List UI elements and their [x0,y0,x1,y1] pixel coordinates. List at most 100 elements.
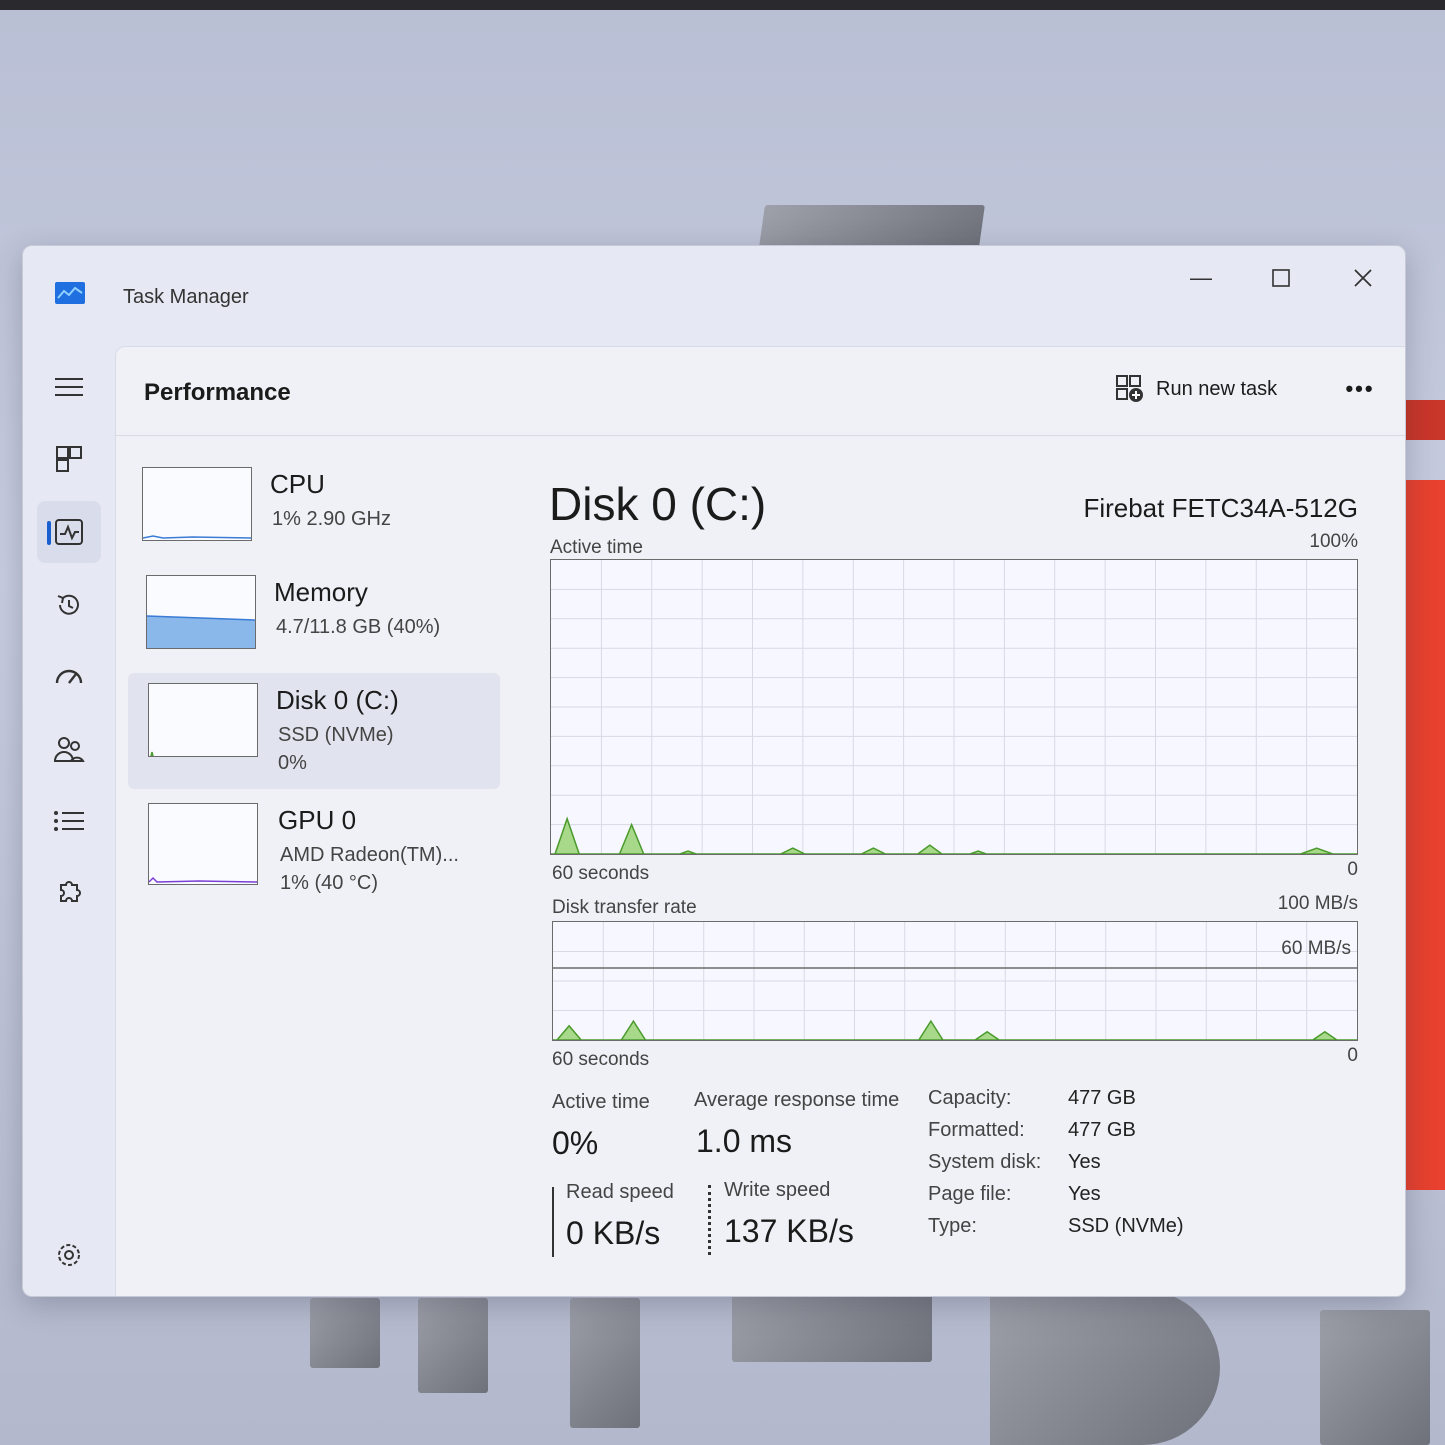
resource-name: Memory [274,577,368,607]
cpu-thumbnail-graph [142,467,252,541]
active-time-value: 0% [552,1125,599,1161]
background-metal-letter [759,205,985,247]
resource-detail: 1% 2.90 GHz [272,505,391,533]
prop-value: 477 GB [1068,1119,1136,1141]
screen-top-edge [0,0,1445,10]
resource-item-cpu[interactable]: CPU 1% 2.90 GHz [128,457,500,569]
prop-value: 477 GB [1068,1087,1136,1109]
users-icon [53,737,85,762]
close-button[interactable] [1343,260,1383,296]
resource-detail-line: SSD (NVMe) [278,724,394,746]
hamburger-menu-button[interactable] [37,356,101,418]
resource-detail-line: 1% (40 °C) [280,872,379,894]
prop-key: Type: [928,1215,977,1237]
prop-key: Capacity: [928,1087,1012,1109]
nav-processes[interactable] [37,428,101,490]
transfer-rate-graph-mid: 60 MB/s [1281,938,1351,959]
performance-icon [55,519,83,545]
resource-detail-line: 0% [278,752,307,774]
resource-item-gpu0[interactable]: GPU 0 AMD Radeon(TM)... 1% (40 °C) [128,793,500,905]
run-new-task-button[interactable]: Run new task [1116,371,1277,407]
run-new-task-label: Run new task [1156,377,1278,400]
active-time-graph-duration: 60 seconds [552,863,650,884]
gpu-thumbnail-graph [148,803,258,885]
active-time-graph-min: 0 [1347,859,1358,880]
services-puzzle-icon [60,881,81,902]
page-header: Performance Run new task ••• [116,347,1405,436]
nav-settings[interactable] [37,1224,101,1286]
read-speed-label: Read speed [566,1181,674,1203]
disk-detail-panel: Disk 0 (C:) Firebat FETC34A-512G Active … [544,457,1364,1277]
active-time-graph-label: Active time [550,537,643,558]
processes-icon [56,446,82,472]
background-red-object [1405,480,1445,1190]
nav-performance[interactable] [37,501,101,563]
performance-pane: Performance Run new task ••• CPU 1% 2.90… [115,346,1405,1296]
resource-detail-line: AMD Radeon(TM)... [280,844,459,866]
background-metal-letter [310,1298,380,1368]
resource-name: CPU [270,469,325,499]
resource-list: CPU 1% 2.90 GHz Memory 4.7/11.8 GB (40%)… [128,457,500,917]
prop-value: Yes [1068,1151,1101,1173]
nav-details[interactable] [37,790,101,852]
transfer-rate-graph-min: 0 [1347,1045,1358,1066]
active-time-label: Active time [552,1091,650,1113]
resource-detail: 4.7/11.8 GB (40%) [276,613,440,641]
resource-name: Disk 0 (C:) [276,685,399,715]
background-metal-letter [418,1298,488,1393]
resource-detail-line: 4.7/11.8 GB (40%) [276,616,441,638]
prop-key: System disk: [928,1151,1042,1173]
task-manager-window: Task Manager — Performance Run new task … [22,245,1406,1297]
prop-key: Formatted: [928,1119,1025,1141]
disk-thumbnail-graph [148,683,258,757]
write-speed-value: 137 KB/s [724,1213,854,1249]
minimize-icon: — [1190,265,1212,290]
prop-value: SSD (NVMe) [1068,1215,1184,1237]
window-title: Task Manager [123,286,249,308]
minimize-button[interactable]: — [1181,260,1221,296]
close-icon [1354,269,1372,287]
resource-detail: SSD (NVMe) 0% [278,721,394,777]
prop-value: Yes [1068,1183,1101,1205]
title-bar[interactable]: Task Manager — [23,246,1405,346]
avg-response-label: Average response time [694,1089,900,1111]
page-title: Performance [144,379,291,406]
nav-services[interactable] [37,862,101,924]
nav-app-history[interactable] [37,574,101,636]
resource-item-memory[interactable]: Memory 4.7/11.8 GB (40%) [128,565,500,677]
nav-users[interactable] [37,718,101,780]
transfer-rate-graph-duration: 60 seconds [552,1049,650,1070]
nav-startup-apps[interactable] [37,646,101,708]
avg-response-value: 1.0 ms [696,1123,793,1159]
task-manager-app-icon [55,282,85,304]
transfer-rate-graph-label: Disk transfer rate [552,897,697,918]
write-speed-label: Write speed [724,1179,831,1201]
background-red-object [1405,400,1445,440]
transfer-rate-graph: 60 MB/s [552,921,1358,1041]
resource-detail: AMD Radeon(TM)... 1% (40 °C) [280,841,459,897]
prop-key: Page file: [928,1183,1012,1205]
resource-item-disk0[interactable]: Disk 0 (C:) SSD (NVMe) 0% [128,673,500,789]
maximize-button[interactable] [1261,260,1301,296]
maximize-icon [1272,269,1290,287]
disk-model: Firebat FETC34A-512G [1083,493,1358,523]
background-metal-letter [570,1298,640,1428]
background-metal-letter [732,1292,932,1362]
resource-detail-line: 1% 2.90 GHz [272,508,391,530]
speedometer-icon [55,669,83,684]
read-speed-value: 0 KB/s [566,1215,661,1251]
details-list-icon [54,811,84,831]
more-options-icon: ••• [1345,376,1375,401]
resource-name: GPU 0 [278,805,357,835]
background-metal-letter [990,1290,1220,1445]
nav-rail [23,346,115,1296]
active-indicator [47,521,51,545]
hamburger-icon [55,378,83,396]
write-speed-legend-line [708,1185,711,1255]
more-options-button[interactable]: ••• [1342,371,1378,407]
memory-thumbnail-graph [146,575,256,649]
active-time-graph [550,559,1358,855]
active-time-graph-max: 100% [1309,531,1358,552]
read-speed-legend-line [552,1187,554,1257]
transfer-rate-graph-max: 100 MB/s [1277,893,1358,914]
